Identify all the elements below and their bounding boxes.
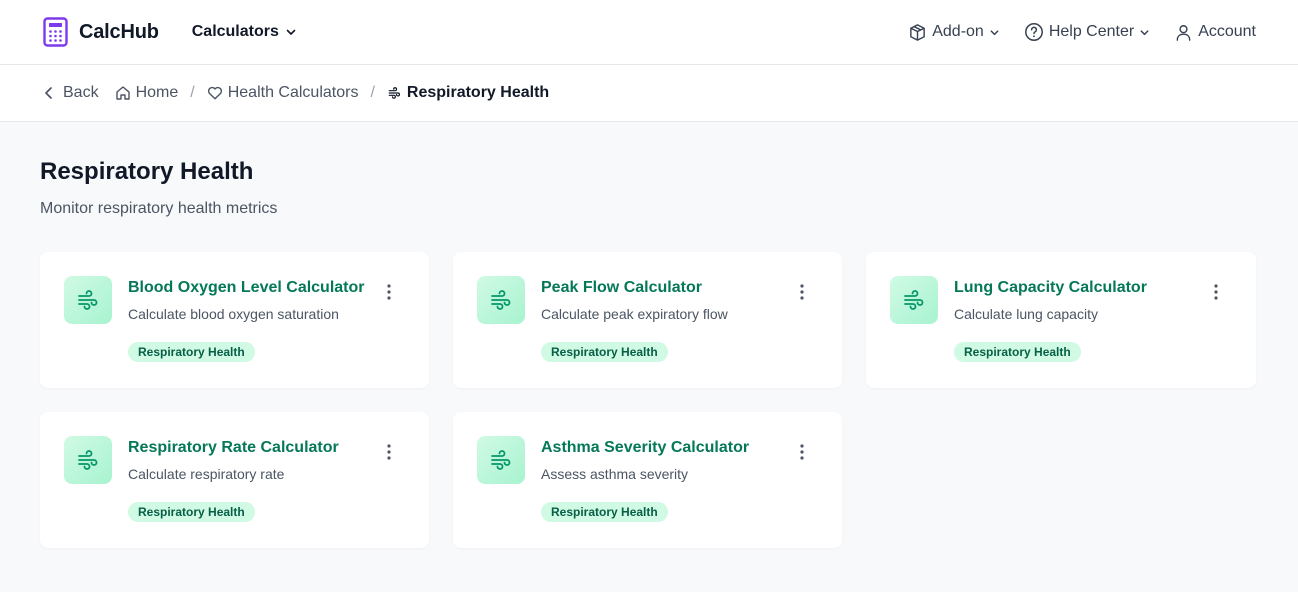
breadcrumb-health-link[interactable]: Health Calculators (207, 84, 359, 102)
card-body: Blood Oxygen Level Calculator Calculate … (128, 279, 369, 362)
category-badge: Respiratory Health (954, 342, 1081, 362)
brand-logo-link[interactable]: CalcHub (43, 17, 159, 47)
more-vertical-icon (387, 444, 391, 460)
account-button[interactable]: Account (1174, 23, 1256, 42)
calculator-card[interactable]: Peak Flow Calculator Calculate peak expi… (453, 252, 842, 388)
chevron-down-icon (990, 29, 999, 35)
addon-label: Add-on (932, 23, 984, 40)
calculator-card[interactable]: Blood Oxygen Level Calculator Calculate … (40, 252, 429, 388)
card-more-menu-button[interactable] (379, 282, 399, 302)
back-button[interactable]: Back (43, 84, 99, 102)
user-icon (1176, 24, 1191, 41)
card-description: Calculate lung capacity (954, 306, 1098, 322)
top-navbar: CalcHub Calculators Add-on Help Center A… (0, 0, 1298, 65)
card-description: Calculate peak expiratory flow (541, 306, 728, 322)
category-badge: Respiratory Health (128, 342, 255, 362)
account-label: Account (1198, 23, 1256, 40)
card-more-menu-button[interactable] (379, 442, 399, 462)
calculators-menu-button[interactable]: Calculators (192, 23, 297, 41)
top-right-menu: Add-on Help Center Account (908, 22, 1256, 42)
chevron-left-icon (45, 87, 52, 99)
calculators-menu-label: Calculators (191, 23, 279, 40)
card-icon-box (477, 436, 525, 484)
more-vertical-icon (387, 284, 391, 300)
calculator-card[interactable]: Asthma Severity Calculator Assess asthma… (453, 412, 842, 548)
page-title: Respiratory Health (40, 158, 254, 185)
card-body: Respiratory Rate Calculator Calculate re… (128, 439, 369, 522)
breadcrumb-home-link[interactable]: Home (115, 84, 179, 102)
card-body: Peak Flow Calculator Calculate peak expi… (541, 279, 782, 362)
card-title[interactable]: Blood Oxygen Level Calculator (128, 279, 369, 297)
back-label: Back (63, 84, 99, 101)
breadcrumb-current: Respiratory Health (387, 84, 549, 102)
card-more-menu-button[interactable] (792, 282, 812, 302)
wind-icon (904, 290, 924, 310)
calculator-icon (43, 17, 68, 47)
category-badge: Respiratory Health (541, 342, 668, 362)
breadcrumb: Back Home / Health Calculators / Respira… (0, 65, 1298, 122)
brand-name: CalcHub (79, 20, 159, 43)
card-more-menu-button[interactable] (1206, 282, 1226, 302)
card-title[interactable]: Respiratory Rate Calculator (128, 439, 369, 457)
breadcrumb-separator: / (190, 84, 195, 101)
breadcrumb-current-label: Respiratory Health (406, 84, 550, 101)
calculator-card[interactable]: Respiratory Rate Calculator Calculate re… (40, 412, 429, 548)
wind-icon (78, 290, 98, 310)
card-icon-box (64, 436, 112, 484)
card-description: Assess asthma severity (541, 466, 689, 482)
card-more-menu-button[interactable] (792, 442, 812, 462)
breadcrumb-separator: / (370, 84, 375, 101)
category-badge: Respiratory Health (541, 502, 668, 522)
card-icon-box (890, 276, 938, 324)
card-title[interactable]: Peak Flow Calculator (541, 279, 782, 297)
wind-icon (78, 450, 98, 470)
card-body: Lung Capacity Calculator Calculate lung … (954, 279, 1196, 362)
breadcrumb-home-label: Home (135, 84, 179, 101)
card-icon-box (477, 276, 525, 324)
package-icon (910, 23, 926, 41)
help-center-label: Help Center (1048, 23, 1135, 40)
wind-icon (491, 290, 511, 310)
main-content: Respiratory Health Monitor respiratory h… (0, 122, 1298, 548)
card-body: Asthma Severity Calculator Assess asthma… (541, 439, 782, 522)
breadcrumb-health-label: Health Calculators (227, 84, 359, 101)
card-description: Calculate respiratory rate (128, 466, 285, 482)
help-circle-icon (1024, 23, 1043, 41)
wind-icon (491, 450, 511, 470)
page-subtitle: Monitor respiratory health metrics (40, 200, 278, 217)
card-title[interactable]: Lung Capacity Calculator (954, 279, 1196, 297)
card-icon-box (64, 276, 112, 324)
help-center-menu-button[interactable]: Help Center (1024, 22, 1150, 42)
card-description: Calculate blood oxygen saturation (128, 306, 339, 322)
home-icon (115, 86, 130, 100)
chevron-down-icon (1140, 29, 1149, 35)
calculator-grid: Blood Oxygen Level Calculator Calculate … (40, 252, 1256, 548)
more-vertical-icon (800, 444, 804, 460)
calculator-card[interactable]: Lung Capacity Calculator Calculate lung … (866, 252, 1256, 388)
card-title[interactable]: Asthma Severity Calculator (541, 439, 782, 457)
wind-icon (388, 87, 400, 99)
more-vertical-icon (1214, 284, 1218, 300)
addon-menu-button[interactable]: Add-on (908, 23, 1000, 42)
chevron-down-icon (286, 29, 296, 35)
more-vertical-icon (800, 284, 804, 300)
category-badge: Respiratory Health (128, 502, 255, 522)
heart-icon (207, 86, 222, 100)
